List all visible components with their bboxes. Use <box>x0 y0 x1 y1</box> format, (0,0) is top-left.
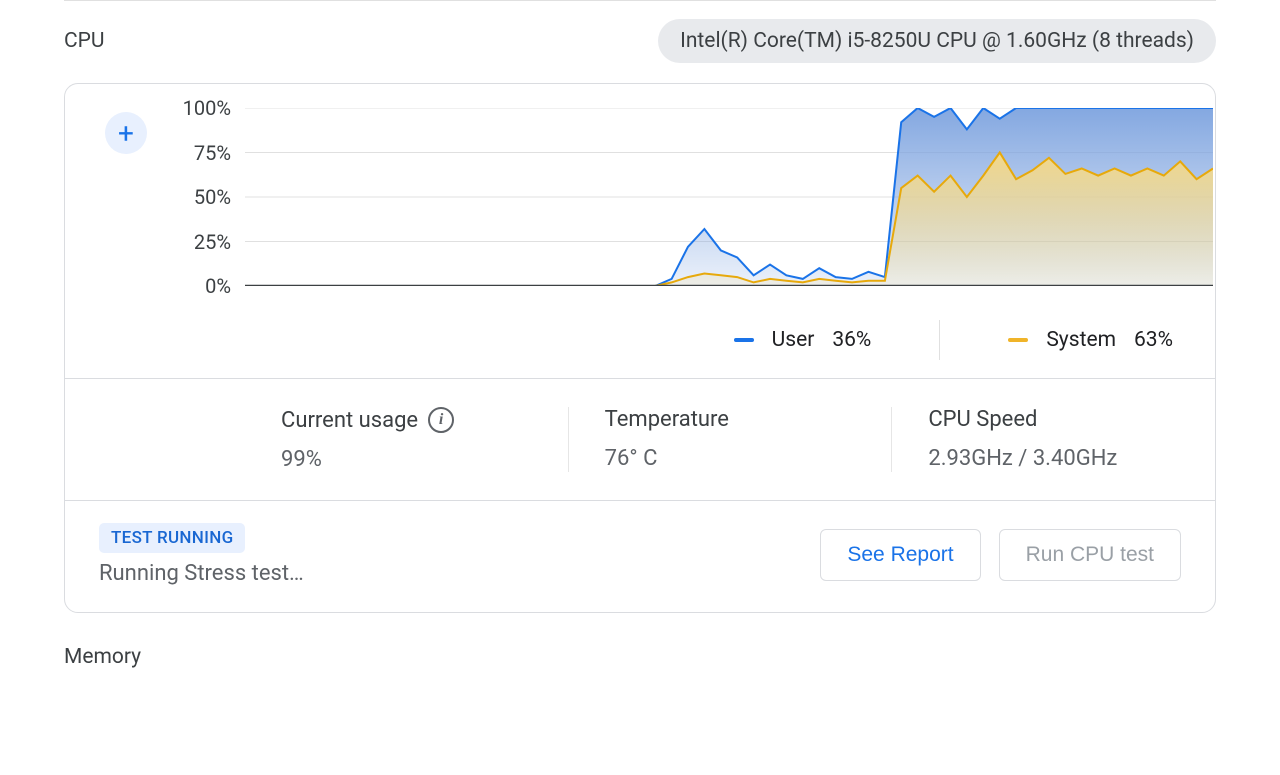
legend-label-system: System <box>1046 328 1116 352</box>
run-cpu-test-button: Run CPU test <box>999 529 1181 581</box>
status-badge: TEST RUNNING <box>99 523 245 553</box>
cpu-speed-label: CPU Speed <box>928 407 1037 432</box>
legend-label-user: User <box>772 328 815 352</box>
expand-button[interactable]: + <box>105 112 147 154</box>
chart-legend: User 36% System 63% <box>175 286 1213 360</box>
legend-swatch-system <box>1008 338 1028 342</box>
cpu-model-chip: Intel(R) Core(TM) i5-8250U CPU @ 1.60GHz… <box>658 19 1216 63</box>
stats-row: Current usage i 99% Temperature 76° C CP… <box>65 378 1215 500</box>
cpu-chart <box>245 108 1213 286</box>
chart-y-axis: 100%75%50%25%0% <box>175 108 245 286</box>
current-usage-label: Current usage <box>281 408 418 433</box>
current-usage-value: 99% <box>281 447 532 472</box>
info-icon[interactable]: i <box>428 407 454 433</box>
memory-section-title: Memory <box>40 613 1240 669</box>
legend-value-user: 36% <box>832 328 871 352</box>
legend-separator <box>939 320 940 360</box>
plus-icon: + <box>118 117 134 150</box>
cpu-card: + 100%75%50%25%0% User 36% <box>64 83 1216 613</box>
cpu-section-title: CPU <box>64 29 105 53</box>
status-text: Running Stress test… <box>99 561 802 586</box>
temperature-value: 76° C <box>605 446 856 471</box>
see-report-button[interactable]: See Report <box>820 529 980 581</box>
cpu-speed-value: 2.93GHz / 3.40GHz <box>928 446 1179 471</box>
legend-swatch-user <box>734 338 754 342</box>
legend-value-system: 63% <box>1134 328 1173 352</box>
temperature-label: Temperature <box>605 407 729 432</box>
